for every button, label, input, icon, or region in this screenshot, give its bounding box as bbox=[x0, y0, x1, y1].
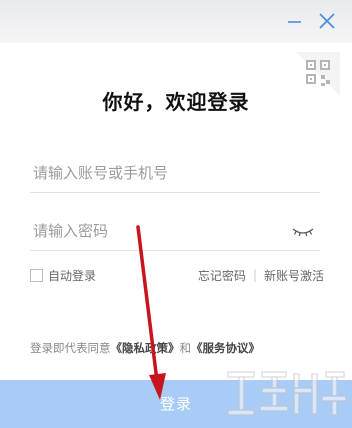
login-options: 自动登录 忘记密码 | 新账号激活 bbox=[30, 266, 324, 284]
service-agreement-link[interactable]: 《服务协议》 bbox=[191, 341, 260, 355]
agreement-conjunction: 和 bbox=[179, 341, 192, 355]
eye-closed-icon bbox=[292, 228, 314, 237]
login-button[interactable]: 登录 bbox=[0, 380, 352, 428]
close-button[interactable] bbox=[316, 10, 338, 32]
account-links: 忘记密码 | 新账号激活 bbox=[198, 266, 324, 284]
forgot-password-link[interactable]: 忘记密码 bbox=[198, 267, 246, 284]
account-input[interactable] bbox=[30, 154, 283, 192]
welcome-heading: 你好，欢迎登录 bbox=[102, 90, 250, 114]
activate-new-account-link[interactable]: 新账号激活 bbox=[264, 267, 324, 284]
close-icon bbox=[319, 13, 335, 29]
auto-login-checkbox[interactable] bbox=[30, 268, 43, 282]
privacy-policy-link[interactable]: 《隐私政策》 bbox=[111, 341, 180, 355]
minimize-icon bbox=[288, 21, 301, 23]
link-separator: | bbox=[252, 268, 257, 282]
auto-login-label: 自动登录 bbox=[48, 268, 97, 283]
minimize-button[interactable] bbox=[284, 10, 306, 32]
agreement-text: 登录即代表同意《隐私政策》和《服务协议》 bbox=[30, 340, 260, 356]
password-field bbox=[30, 212, 320, 251]
password-visibility-toggle[interactable] bbox=[292, 224, 314, 238]
auto-login-option[interactable]: 自动登录 bbox=[30, 266, 96, 284]
title-bar bbox=[0, 0, 352, 43]
password-input[interactable] bbox=[30, 212, 283, 250]
account-field bbox=[30, 154, 320, 193]
agreement-prefix: 登录即代表同意 bbox=[30, 341, 111, 355]
